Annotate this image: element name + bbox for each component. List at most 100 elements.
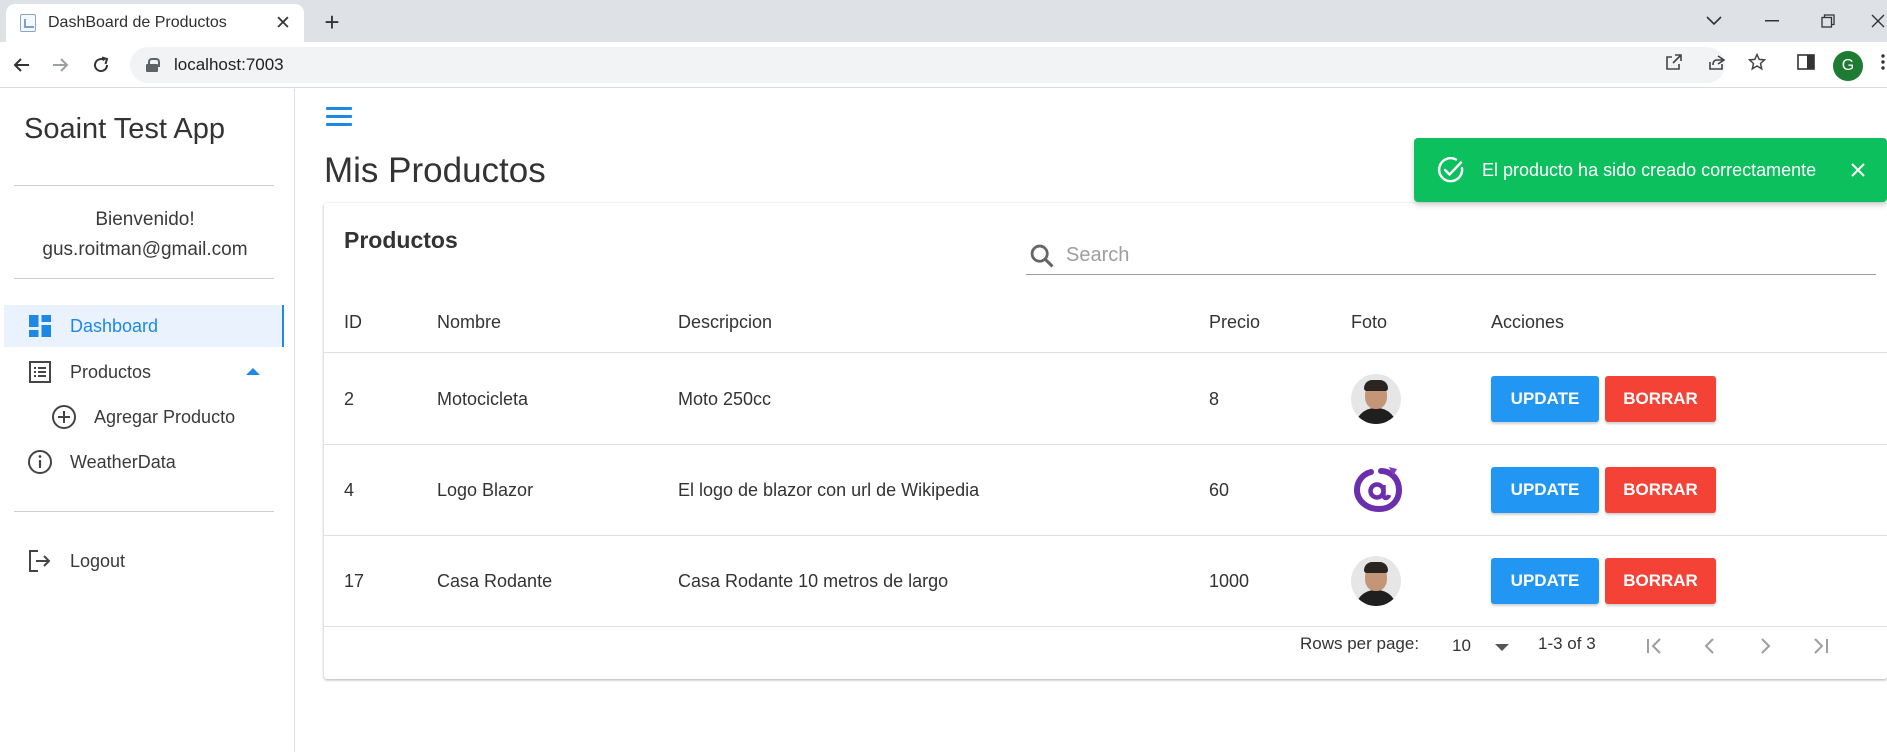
products-table-card: Productos ID Nombre Descripcion Precio F… — [324, 203, 1887, 679]
browser-tabstrip: DashBoard de Productos ✕ + — [0, 0, 1887, 42]
collapse-caret-icon[interactable] — [246, 368, 260, 375]
update-button[interactable]: UPDATE — [1491, 467, 1599, 513]
cell-descripcion: El logo de blazor con url de Wikipedia — [678, 479, 980, 500]
cell-precio: 60 — [1209, 479, 1230, 500]
cell-id: 17 — [344, 570, 365, 591]
chevron-down-icon[interactable] — [1495, 644, 1509, 651]
product-photo-person — [1351, 556, 1401, 606]
success-toast: El producto ha sido creado correctamente — [1414, 138, 1887, 202]
sidebar: Soaint Test App Bienvenido! gus.roitman@… — [0, 89, 295, 752]
toast-message: El producto ha sido creado correctamente — [1482, 159, 1817, 180]
menu-toggle-icon[interactable] — [326, 107, 352, 129]
table-row: 2 Motocicleta Moto 250cc 8 UPDATE BORRAR — [324, 354, 1887, 445]
page-title: Mis Productos — [324, 151, 546, 190]
table-pagination: Rows per page: 10 1-3 of 3 — [324, 616, 1887, 676]
update-button[interactable]: UPDATE — [1491, 558, 1599, 604]
cell-precio: 8 — [1209, 388, 1220, 409]
column-header-id[interactable]: ID — [344, 293, 362, 352]
search-box — [1026, 237, 1876, 275]
cell-descripcion: Casa Rodante 10 metros de largo — [678, 570, 949, 591]
rows-per-page-label: Rows per page: — [1300, 634, 1420, 653]
address-bar[interactable]: localhost:7003 — [130, 47, 1725, 83]
cell-precio: 1000 — [1209, 570, 1250, 591]
profile-avatar[interactable]: G — [1833, 51, 1863, 81]
minimize-icon[interactable] — [1752, 6, 1792, 36]
sidebar-item-dashboard[interactable]: Dashboard — [4, 305, 284, 347]
sidebar-item-label: Productos — [70, 361, 152, 382]
back-icon[interactable] — [8, 51, 36, 79]
cell-acciones: UPDATE BORRAR — [1491, 354, 1716, 444]
update-button[interactable]: UPDATE — [1491, 376, 1599, 422]
cell-foto — [1351, 354, 1401, 444]
url-text: localhost:7003 — [174, 55, 284, 74]
close-window-icon[interactable] — [1858, 6, 1887, 36]
cell-id: 4 — [344, 479, 355, 500]
last-page-icon[interactable] — [1804, 630, 1836, 662]
divider — [14, 185, 274, 186]
welcome-text: Bienvenido! — [95, 209, 195, 230]
cell-descripcion: Moto 250cc — [678, 388, 772, 409]
column-header-descripcion[interactable]: Descripcion — [678, 293, 772, 352]
first-page-icon[interactable] — [1639, 630, 1671, 662]
delete-button[interactable]: BORRAR — [1605, 467, 1716, 513]
user-email: gus.roitman@gmail.com — [42, 239, 248, 260]
forward-icon[interactable] — [46, 51, 74, 79]
new-tab-button[interactable]: + — [318, 7, 346, 37]
welcome-block: Bienvenido! gus.roitman@gmail.com — [0, 205, 290, 265]
table-header: ID Nombre Descripcion Precio Foto Accion… — [324, 293, 1887, 353]
restore-icon[interactable] — [1808, 6, 1848, 36]
table-row: 17 Casa Rodante Casa Rodante 10 metros d… — [324, 536, 1887, 627]
cell-nombre: Logo Blazor — [437, 479, 534, 500]
logout-icon — [26, 547, 54, 575]
cell-nombre: Motocicleta — [437, 388, 529, 409]
sidebar-item-logout[interactable]: Logout — [4, 540, 284, 582]
close-icon[interactable] — [1843, 155, 1873, 185]
cell-id: 2 — [344, 388, 355, 409]
tab-search-icon[interactable] — [1694, 6, 1734, 36]
sidebar-item-label: Logout — [70, 550, 126, 571]
info-icon — [26, 448, 54, 476]
lock-icon — [146, 58, 160, 72]
bookmark-star-icon[interactable] — [1745, 50, 1769, 74]
delete-button[interactable]: BORRAR — [1605, 376, 1716, 422]
next-page-icon[interactable] — [1749, 630, 1781, 662]
sidebar-item-label: WeatherData — [70, 451, 176, 472]
table-row: 4 Logo Blazor El logo de blazor con url … — [324, 445, 1887, 536]
open-in-app-icon[interactable] — [1662, 50, 1686, 74]
search-input[interactable] — [1066, 244, 1876, 267]
table-title: Productos — [344, 227, 458, 253]
previous-page-icon[interactable] — [1694, 630, 1726, 662]
tab-title: DashBoard de Productos — [48, 14, 227, 31]
pagination-range: 1-3 of 3 — [1538, 634, 1596, 653]
sidebar-item-productos[interactable]: Productos — [4, 351, 284, 393]
reload-icon[interactable] — [87, 51, 115, 79]
sidebar-item-weatherdata[interactable]: WeatherData — [4, 441, 284, 483]
divider — [14, 511, 274, 512]
cell-acciones: UPDATE BORRAR — [1491, 536, 1716, 626]
sidebar-item-agregar-producto[interactable]: Agregar Producto — [4, 396, 284, 438]
dashboard-icon — [26, 312, 54, 340]
cell-foto — [1351, 536, 1401, 626]
sidebar-item-label: Dashboard — [70, 315, 159, 336]
divider — [14, 278, 274, 279]
product-photo-person — [1351, 374, 1401, 424]
delete-button[interactable]: BORRAR — [1605, 558, 1716, 604]
column-header-acciones: Acciones — [1491, 312, 1565, 332]
check-circle-icon — [1437, 156, 1464, 183]
browser-menu-icon[interactable] — [1871, 50, 1887, 74]
rows-per-page-select[interactable]: 10 — [1452, 636, 1471, 656]
side-panel-icon[interactable] — [1794, 50, 1818, 74]
browser-tab[interactable]: DashBoard de Productos ✕ — [6, 4, 304, 42]
column-header-precio[interactable]: Precio — [1209, 293, 1260, 352]
search-icon — [1030, 244, 1054, 268]
share-icon[interactable] — [1705, 50, 1729, 74]
close-tab-icon[interactable]: ✕ — [272, 12, 294, 34]
column-header-foto: Foto — [1351, 312, 1388, 332]
blazor-logo-icon — [1353, 467, 1403, 513]
column-header-nombre[interactable]: Nombre — [437, 293, 501, 352]
list-icon — [26, 358, 54, 386]
sidebar-item-label: Agregar Producto — [94, 406, 236, 427]
cell-nombre: Casa Rodante — [437, 570, 553, 591]
page-favicon-icon — [20, 14, 36, 32]
add-circle-icon — [50, 403, 78, 431]
